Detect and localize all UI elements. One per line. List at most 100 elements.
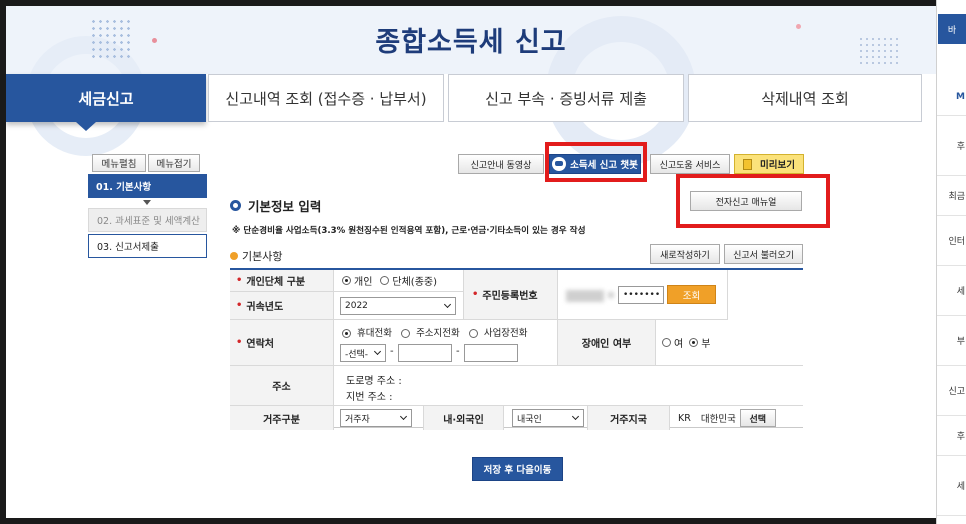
chevron-down-icon — [443, 300, 452, 309]
right-panel-item[interactable]: 신고 — [937, 366, 966, 416]
phone-last-input[interactable] — [464, 344, 518, 362]
required-mark: • — [236, 275, 243, 286]
right-panel-item[interactable]: M — [937, 78, 966, 116]
lookup-button[interactable]: 조회 — [667, 285, 716, 304]
basic-info-form: • 개인단체 구분 개인 단체(종중) • 귀속년도 2022 • 주민등록번호 — [230, 268, 803, 430]
chevron-down-icon — [373, 347, 382, 356]
residence-type-select[interactable]: 거주자 — [340, 409, 412, 427]
lot-address-label: 지번 주소 : — [346, 392, 393, 403]
entity-personal-radio[interactable] — [342, 276, 351, 285]
sidebar-step-basic[interactable]: 01. 기본사항 — [88, 174, 207, 198]
residence-country-cell: KR 대한민국 선택 — [670, 406, 803, 430]
disability-no-radio[interactable] — [689, 338, 699, 347]
resident-number-input[interactable]: ••••••• — [618, 286, 664, 304]
residence-type-cell: 거주자 — [334, 406, 424, 430]
load-return-button[interactable]: 신고서 불러오기 — [724, 244, 803, 264]
preview-button[interactable]: 미리보기 — [734, 154, 804, 174]
right-panel-item[interactable]: 후 — [937, 116, 966, 176]
disability-no-label: 부 — [701, 339, 711, 350]
masked-id-blur — [566, 290, 604, 302]
phone-dash: - — [390, 346, 394, 357]
required-mark: • — [236, 337, 243, 348]
chevron-down-icon — [571, 412, 580, 421]
tab-filing-history[interactable]: 신고내역 조회 (접수증 · 납부서) — [208, 74, 444, 122]
section-note: ※ 단순경비율 사업소득(3.3% 원천징수된 인적용역 포함), 근로·연금·… — [232, 226, 586, 236]
contact-business-label: 사업장전화 — [483, 328, 528, 339]
manual-highlight — [676, 174, 830, 228]
country-code: KR — [678, 412, 691, 424]
contact-label-text: 연락처 — [246, 339, 275, 350]
residence-country-label: 거주지국 — [588, 406, 670, 430]
contact-business-radio[interactable] — [468, 329, 478, 338]
menu-expand-button[interactable]: 메뉴펼침 — [92, 154, 146, 172]
right-panel-item[interactable]: 세 — [937, 456, 966, 516]
tax-year-select[interactable]: 2022 — [340, 297, 456, 315]
tab-attachments[interactable]: 신고 부속 · 증빙서류 제출 — [448, 74, 684, 122]
phone-prefix-select[interactable]: -선택- — [340, 344, 386, 362]
address-label: 주소 — [230, 366, 334, 406]
phone-middle-input[interactable] — [398, 344, 452, 362]
contact-cell: 휴대전화 주소지전화 사업장전화 -선택- - - — [334, 320, 558, 366]
contact-mobile-radio[interactable] — [342, 329, 351, 338]
chatbot-highlight — [545, 142, 647, 182]
contact-label: • 연락처 — [230, 320, 334, 366]
chevron-down-icon — [399, 412, 408, 421]
rewrite-button[interactable]: 새로작성하기 — [650, 244, 720, 264]
contact-home-label: 주소지전화 — [416, 328, 460, 339]
right-panel-item[interactable]: 부 — [937, 316, 966, 366]
tax-year-value: 2022 — [345, 301, 368, 311]
address-cell: 도로명 주소 : 지번 주소 : — [334, 366, 803, 406]
required-mark: • — [236, 300, 243, 311]
contact-home-radio[interactable] — [401, 329, 411, 338]
nationality-select[interactable]: 내국인 — [512, 409, 584, 427]
subsection-title: 기본사항 — [230, 248, 282, 264]
document-icon — [743, 158, 753, 170]
right-panel-item[interactable]: 세 — [937, 266, 966, 316]
bullet-icon — [230, 252, 238, 260]
section-title-text: 기본정보 입력 — [248, 199, 322, 214]
nationality-value: 내국인 — [517, 414, 542, 425]
resident-number-cell: ••••••• 조회 — [558, 270, 728, 320]
guide-video-button[interactable]: 신고안내 동영상 — [458, 154, 544, 174]
residence-type-value: 거주자 — [345, 414, 370, 425]
sidebar-step-submit[interactable]: 03. 신고서제출 — [88, 234, 207, 258]
disability-label: 장애인 여부 — [558, 320, 656, 366]
right-panel-item[interactable]: 인터 — [937, 216, 966, 266]
required-mark: • — [472, 289, 479, 300]
resident-number-label: • 주민등록번호 — [464, 270, 558, 320]
phone-prefix-value: -선택- — [345, 349, 369, 360]
page-title: 종합소득세 신고 — [375, 27, 567, 58]
tax-year-label: • 귀속년도 — [230, 292, 334, 320]
help-service-button[interactable]: 신고도움 서비스 — [650, 154, 730, 174]
header-banner: 종합소득세 신고 — [6, 6, 936, 166]
step-arrow-icon — [143, 200, 151, 205]
right-side-panel: 바 M 후 최금 인터 세 부 신고 후 세 — [936, 0, 966, 524]
section-title: 기본정보 입력 — [230, 196, 321, 215]
entity-group-radio[interactable] — [380, 276, 390, 285]
contact-radios: 휴대전화 주소지전화 사업장전화 — [342, 325, 528, 339]
phone-dash: - — [456, 346, 460, 357]
main-tabs: 세금신고 신고내역 조회 (접수증 · 납부서) 신고 부속 · 증빙서류 제출… — [6, 74, 936, 122]
menu-collapse-button[interactable]: 메뉴접기 — [148, 154, 200, 172]
disability-yes-radio[interactable] — [662, 338, 671, 347]
tax-year-label-text: 귀속년도 — [246, 302, 284, 313]
entity-type-radios: 개인 단체(종중) — [334, 270, 464, 292]
sidebar-step-tax-calc[interactable]: 02. 과세표준 및 세액계산 — [88, 208, 207, 232]
save-next-button[interactable]: 저장 후 다음이동 — [472, 457, 563, 481]
right-panel-item[interactable]: 최금 — [937, 176, 966, 216]
right-panel-item[interactable]: 후 — [937, 416, 966, 456]
right-panel-header[interactable]: 바 — [938, 14, 966, 44]
bullet-icon — [230, 200, 241, 211]
entity-group-label: 단체(종중) — [392, 277, 438, 288]
main-page: 종합소득세 신고 세금신고 신고내역 조회 (접수증 · 납부서) 신고 부속 … — [6, 6, 936, 518]
tax-year-cell: 2022 — [334, 292, 464, 320]
nationality-label: 내·외국인 — [424, 406, 504, 430]
nationality-cell: 내국인 — [504, 406, 588, 430]
disability-yes-label: 여 — [674, 339, 684, 350]
tab-tax-filing[interactable]: 세금신고 — [6, 74, 206, 122]
country-select-button[interactable]: 선택 — [739, 409, 776, 427]
entity-personal-label: 개인 — [354, 277, 373, 288]
tab-deleted-history[interactable]: 삭제내역 조회 — [688, 74, 922, 122]
disability-radios: 여 부 — [656, 320, 803, 366]
residence-type-label: 거주구분 — [230, 406, 334, 430]
